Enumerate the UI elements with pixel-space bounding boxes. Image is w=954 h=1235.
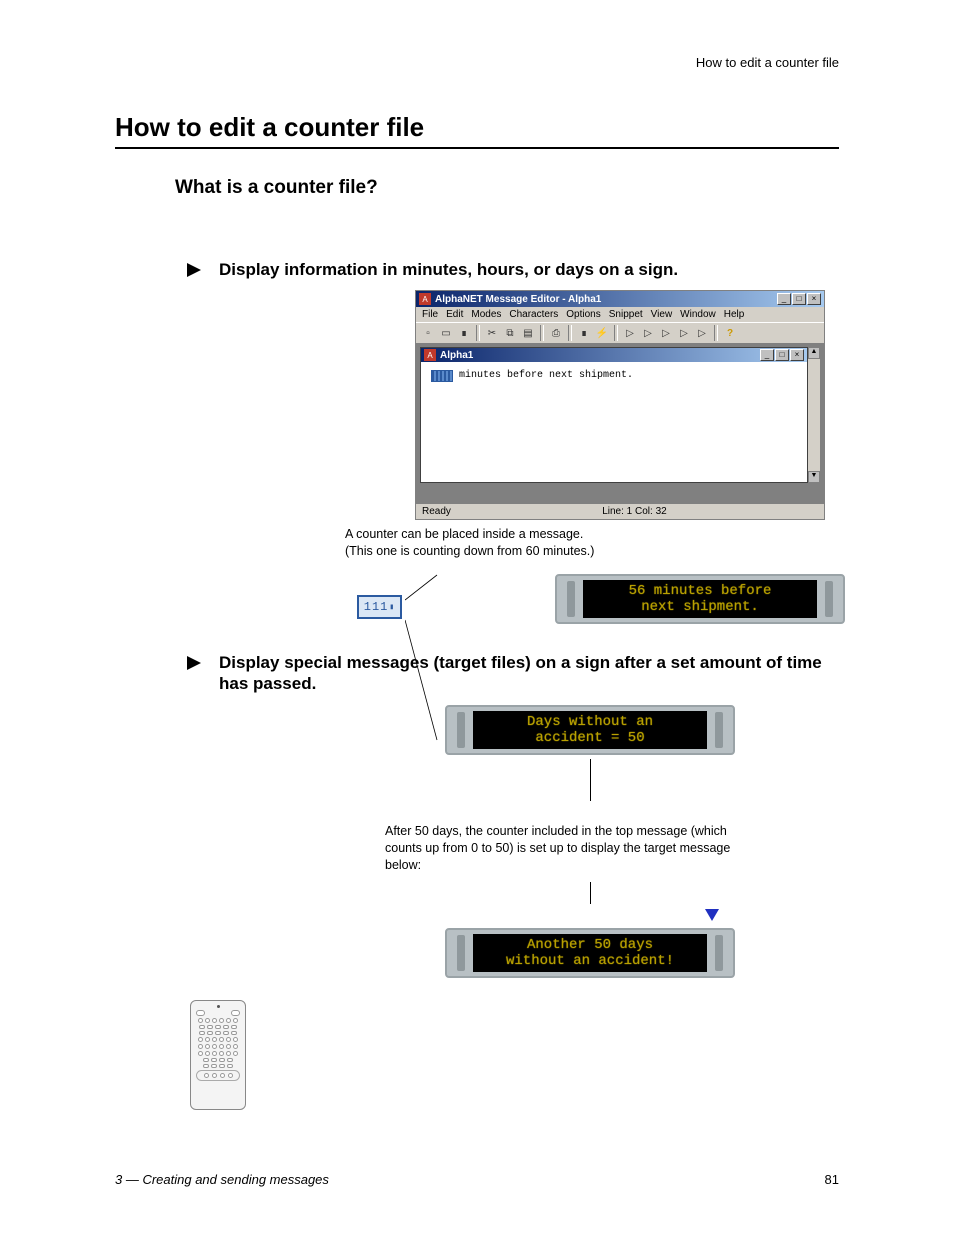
scroll-down-icon[interactable]: ▼ xyxy=(808,471,820,483)
message-editor-window: A AlphaNET Message Editor - Alpha1 _ □ ×… xyxy=(415,290,825,520)
document-title: Alpha1 xyxy=(440,350,760,361)
menu-modes[interactable]: Modes xyxy=(471,309,501,320)
open-icon[interactable]: ▭ xyxy=(438,325,454,341)
counter-icon: 111▮ xyxy=(357,595,402,619)
sign-cap-left xyxy=(567,581,575,617)
status-left: Ready xyxy=(422,506,451,517)
bolt-icon[interactable]: ⚡ xyxy=(594,325,610,341)
caption-2: After 50 days, the counter included in t… xyxy=(385,823,749,874)
tool-b-icon[interactable]: ▷ xyxy=(640,325,656,341)
status-right: Line: 1 Col: 32 xyxy=(602,506,667,517)
menu-file[interactable]: File xyxy=(422,309,438,320)
sign-cap-right xyxy=(715,935,723,971)
scroll-up-icon[interactable]: ▲ xyxy=(808,347,820,359)
menu-characters[interactable]: Characters xyxy=(509,309,558,320)
connector-line xyxy=(590,759,591,801)
document-body[interactable]: minutes before next shipment. xyxy=(421,362,807,482)
remote-led-icon xyxy=(217,1005,220,1008)
tool-a-icon[interactable]: ▷ xyxy=(622,325,638,341)
tool-c-icon[interactable]: ▷ xyxy=(658,325,674,341)
menu-window[interactable]: Window xyxy=(680,309,716,320)
sign-cap-right xyxy=(715,712,723,748)
vertical-scrollbar[interactable]: ▲ ▼ xyxy=(808,347,820,483)
caption-1-line-2: (This one is counting down from 60 minut… xyxy=(345,543,839,560)
bullet-1: Display information in minutes, hours, o… xyxy=(185,259,829,280)
doc-icon: A xyxy=(424,349,436,361)
heading-2: What is a counter file? xyxy=(175,177,839,199)
minimize-button[interactable]: _ xyxy=(777,293,791,305)
menu-help[interactable]: Help xyxy=(724,309,745,320)
toolbar: ▫ ▭ ∎ ✂ ⧉ ▤ ⎙ ∎ ⚡ ▷ ▷ ▷ ▷ ▷ ? xyxy=(416,322,824,343)
page-footer: 3 — Creating and sending messages 81 xyxy=(115,1172,839,1187)
document-text: minutes before next shipment. xyxy=(459,370,633,381)
down-arrow-icon xyxy=(705,909,719,921)
close-button[interactable]: × xyxy=(807,293,821,305)
footer-page-number: 81 xyxy=(825,1172,839,1187)
led-sign-1: 56 minutes before next shipment. xyxy=(555,574,845,624)
counter-placeholder-icon[interactable] xyxy=(431,370,453,382)
sign-cap-left xyxy=(457,935,465,971)
bullet-2-text: Display special messages (target files) … xyxy=(219,652,829,695)
led-sign-2-text: Days without an accident = 50 xyxy=(473,711,707,749)
save2-icon[interactable]: ∎ xyxy=(576,325,592,341)
caption-1-line-1: A counter can be placed inside a message… xyxy=(345,526,839,543)
counter-callout: 111▮ xyxy=(357,595,402,619)
footer-section: 3 — Creating and sending messages xyxy=(115,1172,329,1187)
doc-minimize-button[interactable]: _ xyxy=(760,349,774,361)
heading-1: How to edit a counter file xyxy=(115,112,839,149)
cut-icon[interactable]: ✂ xyxy=(484,325,500,341)
app-icon: A xyxy=(419,293,431,305)
editor-title: AlphaNET Message Editor - Alpha1 xyxy=(435,294,777,305)
menu-snippet[interactable]: Snippet xyxy=(609,309,643,320)
sign-cap-right xyxy=(825,581,833,617)
running-header: How to edit a counter file xyxy=(115,55,839,70)
save-icon[interactable]: ∎ xyxy=(456,325,472,341)
triangle-bullet-icon xyxy=(185,261,203,279)
menu-options[interactable]: Options xyxy=(566,309,600,320)
status-bar: Ready Line: 1 Col: 32 xyxy=(416,503,824,519)
tool-d-icon[interactable]: ▷ xyxy=(676,325,692,341)
menu-view[interactable]: View xyxy=(651,309,673,320)
led-sign-1-text: 56 minutes before next shipment. xyxy=(583,580,817,618)
led-sign-3-text: Another 50 days without an accident! xyxy=(473,934,707,972)
led-sign-3: Another 50 days without an accident! xyxy=(445,928,735,978)
print-icon[interactable]: ⎙ xyxy=(548,325,564,341)
copy-icon[interactable]: ⧉ xyxy=(502,325,518,341)
document-window: A Alpha1 _ □ × minutes before next shipm… xyxy=(420,347,808,483)
doc-maximize-button[interactable]: □ xyxy=(775,349,789,361)
caption-1: A counter can be placed inside a message… xyxy=(345,526,839,560)
maximize-button[interactable]: □ xyxy=(792,293,806,305)
connector-line xyxy=(590,882,591,904)
editor-titlebar: A AlphaNET Message Editor - Alpha1 _ □ × xyxy=(416,291,824,307)
menu-edit[interactable]: Edit xyxy=(446,309,463,320)
bullet-1-text: Display information in minutes, hours, o… xyxy=(219,259,678,280)
triangle-bullet-icon xyxy=(185,654,203,672)
sign-cap-left xyxy=(457,712,465,748)
editor-client-area: A Alpha1 _ □ × minutes before next shipm… xyxy=(416,343,824,503)
remote-control-illustration xyxy=(190,1000,246,1110)
new-icon[interactable]: ▫ xyxy=(420,325,436,341)
paste-icon[interactable]: ▤ xyxy=(520,325,536,341)
tool-e-icon[interactable]: ▷ xyxy=(694,325,710,341)
bullet-2: Display special messages (target files) … xyxy=(185,652,829,695)
help-icon[interactable]: ? xyxy=(722,325,738,341)
menu-bar: File Edit Modes Characters Options Snipp… xyxy=(416,307,824,322)
led-sign-2: Days without an accident = 50 xyxy=(445,705,735,755)
doc-close-button[interactable]: × xyxy=(790,349,804,361)
